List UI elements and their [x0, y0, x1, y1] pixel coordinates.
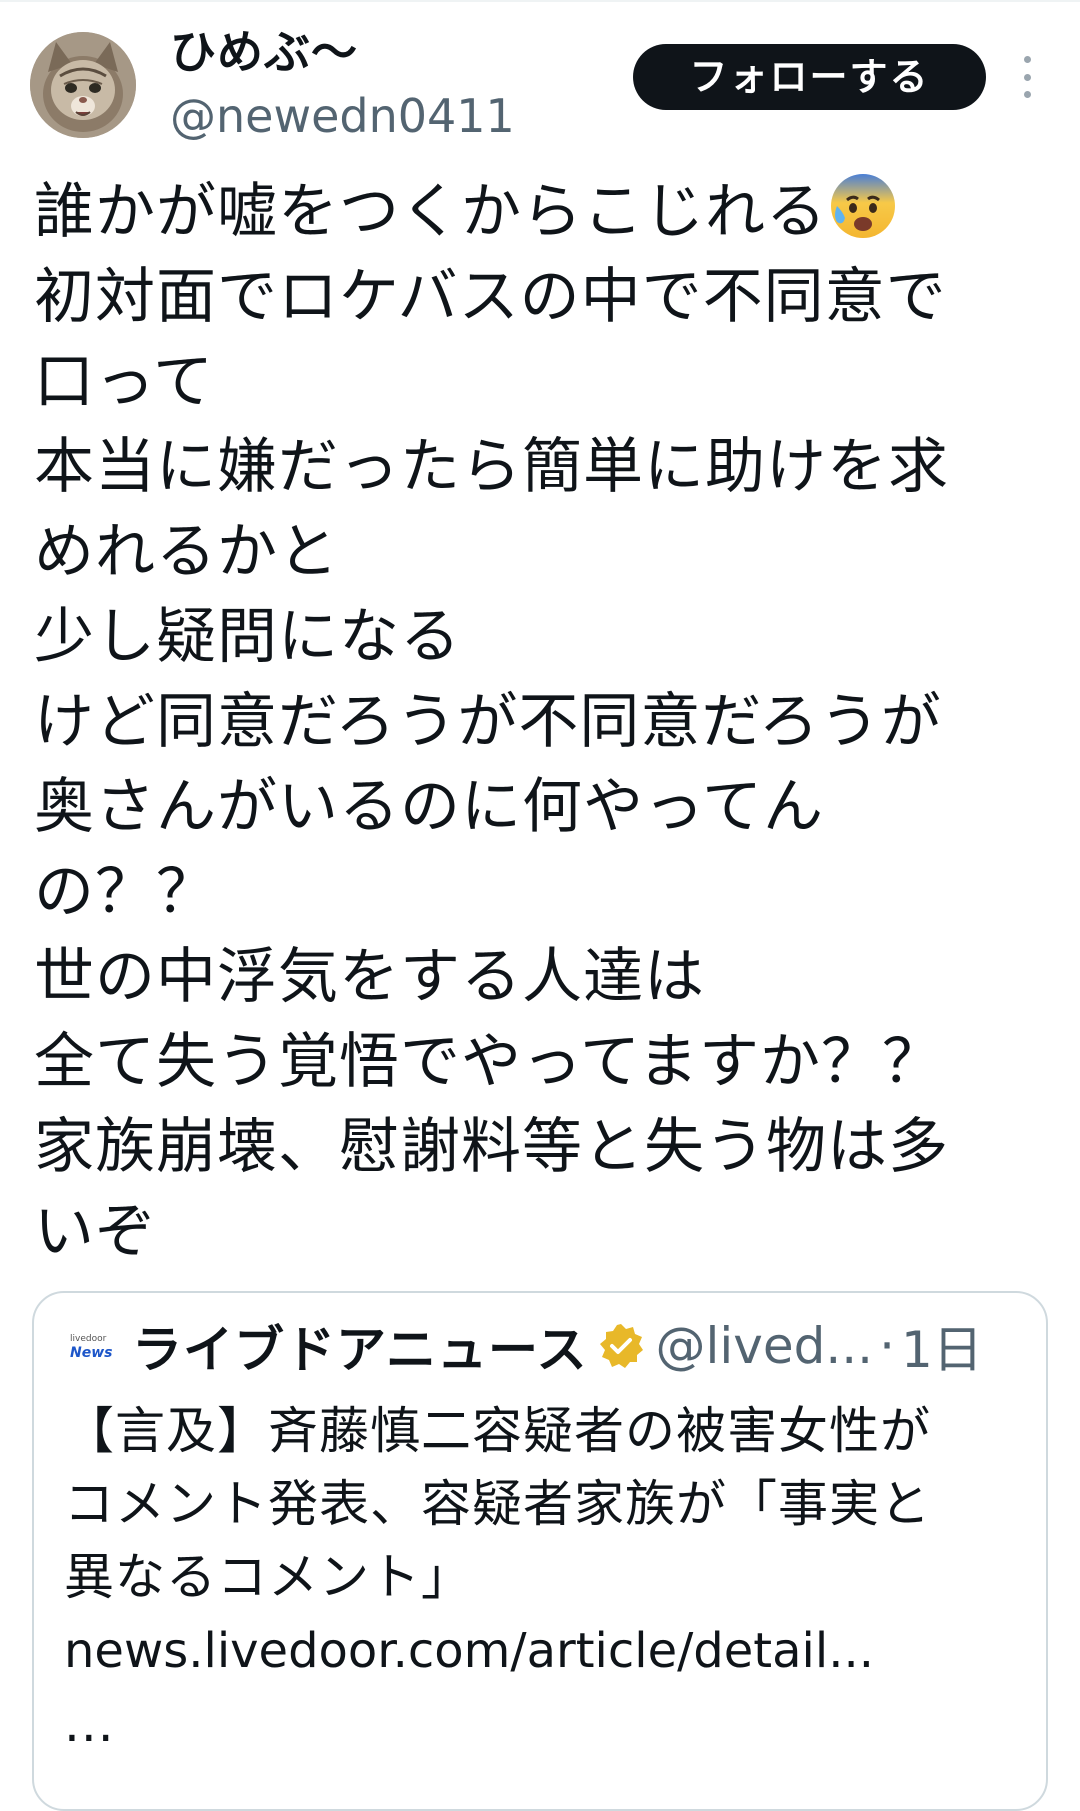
tweet-line: いぞ — [34, 1197, 156, 1267]
quoted-line: 【言及】斉藤慎二容疑者の被害女性が — [64, 1402, 931, 1460]
quoted-line: 異なるコメント」 — [64, 1548, 472, 1606]
dot — [1023, 91, 1031, 98]
top-divider — [0, 0, 1080, 2]
tweet-text: 誰かが嘘をつくからこじれる 初対面でロケバスの中で不同意で 口って 本当に嫌だっ… — [34, 170, 1054, 1275]
logo-text: News — [70, 1345, 113, 1361]
dot — [1023, 56, 1031, 63]
tweet-line: 誰かが嘘をつくからこじれる — [34, 177, 827, 247]
tweet-line: 本当に嫌だったら簡単に助けを求 — [34, 432, 949, 502]
dot — [1023, 73, 1031, 81]
tweet-line: 家族崩壊、慰謝料等と失う物は多 — [34, 1112, 949, 1182]
quoted-line: コメント発表、容疑者家族が「事実と — [64, 1475, 931, 1533]
quoted-ellipsis: ... — [64, 1695, 115, 1753]
tweet-line: 初対面でロケバスの中で不同意で — [34, 262, 947, 332]
tweet-line: の？？ — [34, 857, 217, 927]
gold-verified-badge-icon — [596, 1321, 646, 1371]
author-display-name[interactable]: ひめぶ〜 — [170, 22, 358, 82]
tweet-line: けど同意だろうが不同意だろうが — [34, 687, 942, 757]
tweet-line: 少し疑問になる — [34, 602, 461, 672]
logo-small-text: livedoor — [70, 1334, 107, 1344]
quoted-author-name[interactable]: ライブドアニュース — [132, 1310, 588, 1382]
follow-button[interactable]: フォローする — [633, 44, 986, 110]
cat-photo-avatar-icon — [30, 32, 136, 138]
separator-dot: · — [879, 1317, 895, 1375]
quoted-tweet-card[interactable]: livedoor News ライブドアニュース @lived... · 1日 【… — [32, 1291, 1048, 1811]
author-handle[interactable]: @newedn0411 — [170, 86, 515, 146]
tweet-line: 奥さんがいるのに何やってん — [34, 772, 824, 842]
tweet-line: 世の中浮気をする人達は — [34, 942, 705, 1012]
quoted-tweet-text: 【言及】斉藤慎二容疑者の被害女性が コメント発表、容疑者家族が「事実と 異なるコ… — [64, 1395, 1024, 1761]
tweet-line: 全て失う覚悟でやってますか？？ — [34, 1027, 943, 1097]
quoted-author-handle[interactable]: @lived... — [656, 1317, 874, 1375]
tweet-line: 口って — [34, 347, 214, 417]
quoted-tweet-time[interactable]: 1日 — [901, 1310, 983, 1382]
quoted-tweet-header: ライブドアニュース @lived... · 1日 — [132, 1313, 983, 1379]
livedoor-news-logo-icon: livedoor News — [70, 1335, 118, 1371]
tweet-line: めれるかと — [34, 517, 339, 587]
quoted-link[interactable]: news.livedoor.com/article/detail... — [64, 1623, 874, 1679]
avatar[interactable] — [30, 32, 136, 138]
vertical-ellipsis-icon[interactable] — [1012, 52, 1042, 102]
anxious-face-with-sweat-icon — [827, 170, 899, 242]
